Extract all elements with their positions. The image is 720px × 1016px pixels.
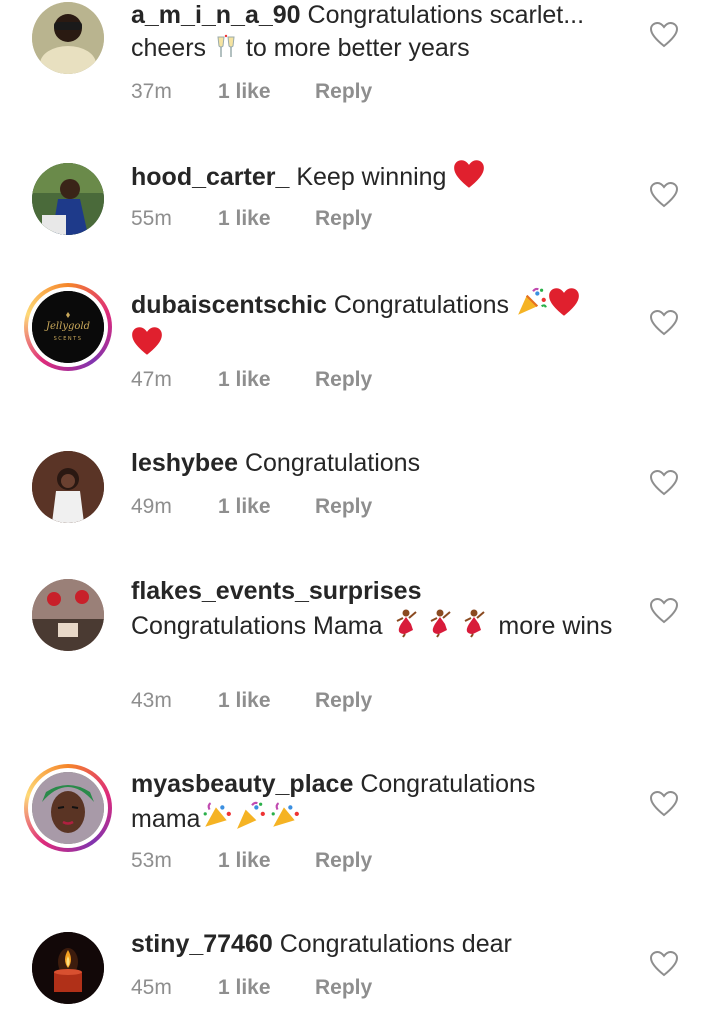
reply-button[interactable]: Reply (315, 368, 372, 392)
comment-username[interactable]: a_m_i_n_a_90 (131, 1, 301, 29)
comment-likes[interactable]: 1 like (218, 849, 315, 873)
avatar (32, 772, 104, 844)
comment-likes[interactable]: 1 like (218, 80, 315, 104)
comment-body: dubaiscentschic Congratulations (131, 287, 631, 365)
heart-outline-icon[interactable] (650, 22, 678, 48)
comment-username[interactable]: myasbeauty_place (131, 770, 353, 798)
avatar-photo (32, 163, 104, 235)
comment-username[interactable]: leshybee (131, 449, 238, 477)
heart-outline-icon[interactable] (650, 182, 678, 208)
comment-text: Keep winning (296, 163, 447, 191)
comment-text-after: to more better years (238, 34, 470, 62)
comment-time: 37m (131, 80, 172, 103)
dancer-emoji (423, 608, 457, 647)
avatar-photo (32, 451, 104, 523)
heart-outline-icon[interactable] (650, 470, 678, 496)
party-popper-emoji (234, 801, 268, 840)
comment-body: hood_carter_ Keep winning (131, 159, 631, 198)
avatar[interactable] (32, 579, 104, 651)
heart-outline-icon[interactable] (650, 791, 678, 817)
avatar[interactable] (32, 2, 104, 74)
comment-meta: 45m 1 like Reply (131, 976, 372, 1000)
avatar-story-ring[interactable] (24, 764, 112, 852)
reply-button[interactable]: Reply (315, 80, 372, 104)
comment-meta: 55m 1 like Reply (131, 207, 372, 231)
reply-button[interactable]: Reply (315, 207, 372, 231)
red-heart-emoji (548, 287, 580, 326)
dancer-emoji (457, 608, 491, 647)
comment-likes[interactable]: 1 like (218, 495, 315, 519)
comment-meta: 43m 1 like Reply (131, 689, 372, 713)
heart-outline-icon[interactable] (650, 310, 678, 336)
comment-meta: 49m 1 like Reply (131, 495, 372, 519)
avatar-photo (32, 2, 104, 74)
comment-likes[interactable]: 1 like (218, 207, 315, 231)
comment-username[interactable]: stiny_77460 (131, 930, 273, 958)
comment-username[interactable]: dubaiscentschic (131, 291, 327, 319)
comment-time: 49m (131, 495, 172, 518)
comment-time: 53m (131, 849, 172, 872)
comment-time: 43m (131, 689, 172, 712)
reply-button[interactable]: Reply (315, 495, 372, 519)
avatar[interactable] (32, 163, 104, 235)
reply-button[interactable]: Reply (315, 689, 372, 713)
candle-photo (32, 932, 104, 1004)
comment-text: Congratulations Mama (131, 612, 390, 640)
avatar-photo (32, 579, 104, 651)
comment-likes[interactable]: 1 like (218, 368, 315, 392)
heart-outline-icon[interactable] (650, 598, 678, 624)
comment-body: leshybee Congratulations (131, 447, 631, 480)
comment-text: Congratulations (244, 449, 421, 477)
comment-time: 47m (131, 368, 172, 391)
dancer-emoji (389, 608, 423, 647)
comment-text-after: more wins (491, 612, 613, 640)
party-popper-emoji (268, 801, 302, 840)
party-popper-emoji (516, 287, 548, 326)
comment-likes[interactable]: 1 like (218, 689, 315, 713)
svg-text:Jellygold: Jellygold (44, 321, 90, 332)
comment-body: flakes_events_surprises Congratulations … (131, 575, 631, 647)
comment-meta: 47m 1 like Reply (131, 368, 372, 392)
comment-text: Congratulations dear (279, 930, 512, 958)
comment-username[interactable]: flakes_events_surprises (131, 577, 421, 605)
svg-text:SCENTS: SCENTS (54, 336, 83, 342)
comment-username[interactable]: hood_carter_ (131, 163, 289, 191)
avatar[interactable] (32, 451, 104, 523)
jellygold-logo: Jellygold SCENTS (32, 291, 104, 363)
comment-likes[interactable]: 1 like (218, 976, 315, 1000)
party-popper-emoji (200, 801, 234, 840)
avatar-story-ring[interactable]: Jellygold SCENTS (24, 283, 112, 371)
avatar: Jellygold SCENTS (32, 291, 104, 363)
comment-time: 45m (131, 976, 172, 999)
reply-button[interactable]: Reply (315, 849, 372, 873)
red-heart-emoji (453, 159, 485, 198)
comment-body: stiny_77460 Congratulations dear (131, 928, 631, 961)
red-heart-emoji (131, 326, 163, 365)
avatar[interactable] (32, 932, 104, 1004)
avatar-photo (32, 772, 104, 844)
comment-text: Congratulations (333, 291, 509, 319)
comment-body: a_m_i_n_a_90 Congratulations scarlet... … (131, 0, 631, 69)
comment-meta: 53m 1 like Reply (131, 849, 372, 873)
comment-time: 55m (131, 207, 172, 230)
clinking-glasses-emoji (213, 34, 239, 69)
comment-body: myasbeauty_place Congratulations mama (131, 768, 591, 840)
reply-button[interactable]: Reply (315, 976, 372, 1000)
heart-outline-icon[interactable] (650, 951, 678, 977)
comment-meta: 37m 1 like Reply (131, 80, 372, 104)
